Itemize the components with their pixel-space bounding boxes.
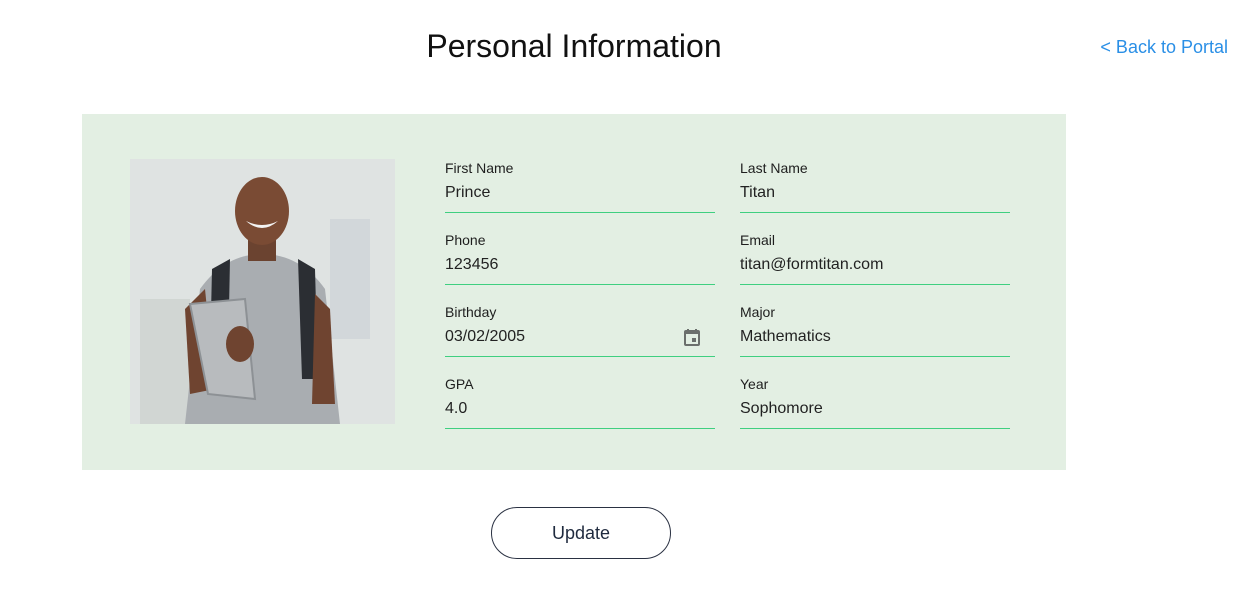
- phone-label: Phone: [445, 232, 486, 248]
- first-name-field[interactable]: First Name Prince: [445, 160, 715, 213]
- page-title: Personal Information: [426, 28, 722, 64]
- last-name-input[interactable]: Titan: [740, 184, 1010, 213]
- year-input[interactable]: Sophomore: [740, 400, 1010, 429]
- calendar-icon[interactable]: [683, 328, 701, 346]
- profile-photo: [130, 159, 395, 424]
- birthday-input-wrap[interactable]: 03/02/2005: [445, 328, 715, 357]
- first-name-label: First Name: [445, 160, 514, 176]
- student-photo-illustration: [130, 159, 395, 424]
- year-label: Year: [740, 376, 769, 392]
- email-field[interactable]: Email titan@formtitan.com: [740, 232, 1010, 285]
- first-name-input[interactable]: Prince: [445, 184, 715, 213]
- phone-input[interactable]: 123456: [445, 256, 715, 285]
- email-label: Email: [740, 232, 776, 248]
- update-button[interactable]: Update: [491, 507, 671, 559]
- back-to-portal-link[interactable]: < Back to Portal: [1100, 37, 1228, 58]
- personal-info-card: First Name Prince Last Name Titan Phone …: [82, 114, 1066, 470]
- last-name-label: Last Name: [740, 160, 808, 176]
- phone-field[interactable]: Phone 123456: [445, 232, 715, 285]
- birthday-input[interactable]: 03/02/2005: [445, 328, 525, 345]
- gpa-input[interactable]: 4.0: [445, 400, 715, 429]
- gpa-field[interactable]: GPA 4.0: [445, 376, 715, 429]
- year-field[interactable]: Year Sophomore: [740, 376, 1010, 429]
- birthday-field[interactable]: Birthday 03/02/2005: [445, 304, 715, 357]
- birthday-label: Birthday: [445, 304, 497, 320]
- last-name-field[interactable]: Last Name Titan: [740, 160, 1010, 213]
- major-field[interactable]: Major Mathematics: [740, 304, 1010, 357]
- gpa-label: GPA: [445, 376, 474, 392]
- major-label: Major: [740, 304, 776, 320]
- major-input[interactable]: Mathematics: [740, 328, 1010, 357]
- email-input[interactable]: titan@formtitan.com: [740, 256, 1010, 285]
